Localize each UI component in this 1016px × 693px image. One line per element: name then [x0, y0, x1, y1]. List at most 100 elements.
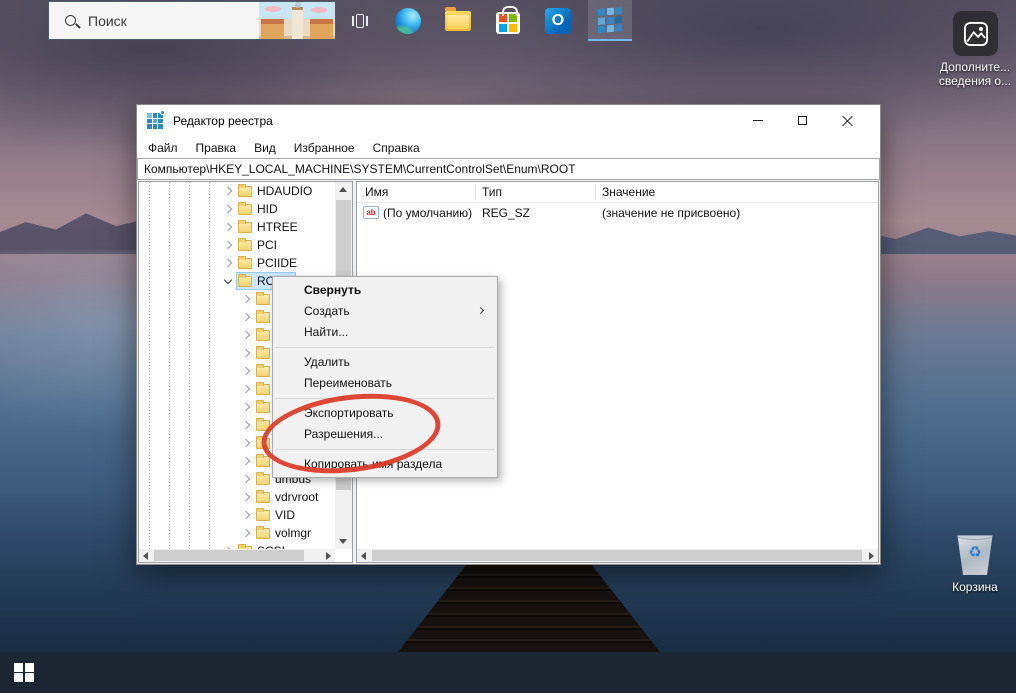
address-bar[interactable]: Компьютер\HKEY_LOCAL_MACHINE\SYSTEM\Curr… — [137, 158, 880, 180]
recycle-symbol-icon: ♻ — [955, 543, 995, 561]
menu-item-new[interactable]: Создать — [273, 301, 497, 322]
file-explorer-taskbar-button[interactable] — [436, 0, 480, 41]
folder-icon — [256, 348, 270, 359]
close-icon — [842, 115, 853, 126]
chevron-right-icon[interactable] — [242, 475, 250, 483]
chevron-right-icon[interactable] — [242, 529, 250, 537]
folder-icon — [238, 204, 252, 215]
tree-item-vid[interactable]: VID — [139, 506, 295, 524]
search-icon — [65, 15, 76, 26]
tree-item-hidden[interactable] — [139, 326, 275, 344]
folder-icon — [256, 312, 270, 323]
scrollbar-thumb[interactable] — [154, 550, 304, 561]
folder-icon — [256, 384, 270, 395]
taskbar — [0, 652, 1016, 693]
tree-item-hidden[interactable] — [139, 416, 275, 434]
tree-item-hidden[interactable] — [139, 452, 275, 470]
chevron-right-icon[interactable] — [242, 493, 250, 501]
chevron-right-icon[interactable] — [242, 511, 250, 519]
tree-item-hidden[interactable] — [139, 362, 275, 380]
tree-item-hidden[interactable] — [139, 290, 275, 308]
scroll-left-icon[interactable] — [361, 552, 366, 560]
scroll-right-icon[interactable] — [869, 552, 874, 560]
menu-view[interactable]: Вид — [245, 141, 285, 155]
tree-item-pci[interactable]: PCI — [139, 236, 277, 254]
outlook-taskbar-button[interactable]: O — [536, 0, 580, 41]
folder-icon — [238, 186, 252, 197]
folder-icon — [238, 240, 252, 251]
chevron-right-icon[interactable] — [224, 223, 232, 231]
column-header-name[interactable]: Имя — [365, 185, 388, 199]
task-view-button[interactable] — [340, 0, 380, 41]
folder-icon — [256, 474, 270, 485]
folder-icon — [256, 294, 270, 305]
folder-icon — [238, 258, 252, 269]
tree-item-hidden[interactable] — [139, 380, 275, 398]
chevron-right-icon[interactable] — [224, 205, 232, 213]
maximize-button[interactable] — [780, 105, 825, 135]
folder-icon — [256, 528, 270, 539]
scroll-left-icon[interactable] — [143, 552, 148, 560]
menu-help[interactable]: Справка — [364, 141, 429, 155]
tree-item-vdrvroot[interactable]: vdrvroot — [139, 488, 318, 506]
spotlight-info-icon[interactable] — [953, 11, 998, 56]
chevron-right-icon[interactable] — [224, 241, 232, 249]
string-value-icon: ab — [363, 206, 379, 219]
search-highlight-image[interactable] — [259, 2, 335, 39]
chevron-right-icon[interactable] — [224, 259, 232, 267]
chevron-right-icon[interactable] — [224, 187, 232, 195]
values-horizontal-scrollbar[interactable] — [357, 549, 878, 562]
menu-item-find[interactable]: Найти... — [273, 322, 497, 343]
menu-item-rename[interactable]: Переименовать — [273, 373, 497, 394]
edge-taskbar-button[interactable] — [386, 0, 430, 41]
menu-edit[interactable]: Правка — [187, 141, 246, 155]
submenu-arrow-icon — [477, 307, 484, 314]
tree-item-hidden[interactable] — [139, 398, 275, 416]
close-button[interactable] — [825, 105, 870, 135]
tree-item-hdaudio[interactable]: HDAUDIO — [139, 182, 312, 200]
tree-item-htree[interactable]: HTREE — [139, 218, 298, 236]
menu-item-collapse[interactable]: Свернуть — [273, 280, 497, 301]
maximize-icon — [798, 116, 807, 125]
store-taskbar-button[interactable] — [486, 0, 530, 41]
tree-item-scsi[interactable]: SCSI — [139, 542, 285, 549]
tree-item-hidden[interactable] — [139, 434, 275, 452]
scroll-right-icon[interactable] — [326, 552, 331, 560]
taskbar-search[interactable]: Поиск — [48, 1, 336, 40]
minimize-icon — [753, 120, 763, 121]
window-body: HDAUDIO HID HTREE PCI — [137, 180, 880, 564]
minimize-button[interactable] — [735, 105, 780, 135]
value-row[interactable]: ab (По умолчанию) REG_SZ (значение не пр… — [357, 204, 878, 222]
folder-icon — [238, 222, 252, 233]
folder-icon — [256, 330, 270, 341]
scroll-up-icon[interactable] — [339, 187, 347, 192]
start-button[interactable] — [0, 652, 48, 693]
recycle-bin-icon[interactable]: ♻ — [948, 527, 1002, 575]
menu-favorites[interactable]: Избранное — [285, 141, 364, 155]
tree-item-pciide[interactable]: PCIIDE — [139, 254, 297, 272]
chevron-down-icon[interactable] — [224, 275, 232, 283]
column-header-type[interactable]: Тип — [482, 185, 502, 199]
regedit-taskbar-button-active[interactable] — [588, 0, 632, 41]
tree-item-hid[interactable]: HID — [139, 200, 278, 218]
menu-file[interactable]: Файл — [139, 141, 187, 155]
folder-icon — [256, 366, 270, 377]
title-bar[interactable]: Редактор реестра — [137, 105, 880, 137]
value-type: REG_SZ — [482, 206, 530, 220]
regedit-window: Редактор реестра Файл Правка Вид Избранн… — [136, 104, 881, 565]
recycle-bin-label[interactable]: Корзина — [935, 580, 1015, 594]
tree-item-volmgr[interactable]: volmgr — [139, 524, 311, 542]
tree-item-hidden[interactable] — [139, 344, 275, 362]
menu-item-delete[interactable]: Удалить — [273, 352, 497, 373]
scrollbar-thumb[interactable] — [372, 550, 862, 561]
spotlight-label[interactable]: Дополните... сведения о... — [926, 60, 1016, 88]
tree-horizontal-scrollbar[interactable] — [139, 549, 335, 562]
folder-icon — [256, 510, 270, 521]
regedit-icon — [598, 7, 622, 33]
value-data: (значение не присвоено) — [602, 206, 740, 220]
column-header-value[interactable]: Значение — [602, 185, 655, 199]
window-title: Редактор реестра — [173, 114, 273, 128]
scroll-down-icon[interactable] — [339, 539, 347, 544]
tree-item-hidden[interactable] — [139, 308, 275, 326]
photo-icon — [962, 20, 990, 48]
